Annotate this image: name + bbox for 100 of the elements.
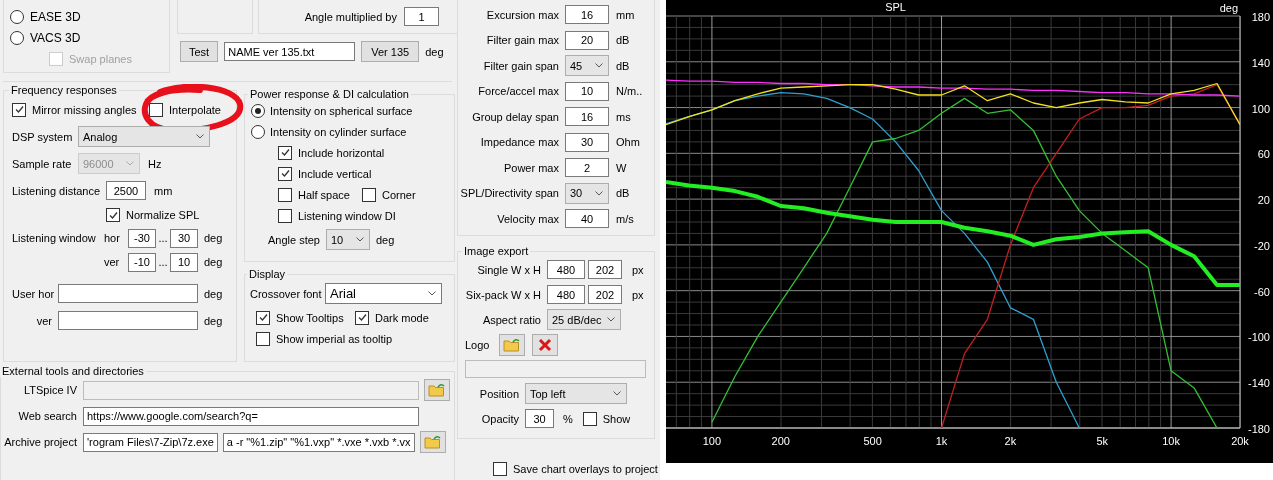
field-label: Six-pack W x H	[465, 288, 542, 301]
remove-logo-button[interactable]	[532, 333, 558, 356]
input-field[interactable]: 30	[565, 132, 609, 152]
folder-icon	[503, 337, 521, 352]
input-field[interactable]: 10	[170, 252, 198, 272]
checkbox-label: Save chart overlays to project	[513, 462, 658, 475]
radio-button[interactable]	[251, 124, 265, 139]
checkbox[interactable]	[278, 208, 292, 223]
input-field[interactable]: 202	[588, 260, 622, 279]
range-separator: ...	[157, 256, 169, 268]
checkbox[interactable]	[12, 102, 26, 117]
axis-label: hor	[104, 232, 121, 244]
checkbox[interactable]	[278, 166, 292, 181]
aspect-ratio-dropdown[interactable]: 25 dB/dec	[547, 309, 621, 330]
checkbox-label: Show Tooltips	[276, 311, 344, 324]
input-field[interactable]: 30	[170, 228, 198, 248]
input-field[interactable]: 30	[525, 409, 554, 428]
input-field[interactable]: 202	[588, 285, 622, 304]
radio-label: EASE 3D	[30, 9, 81, 24]
radio-button[interactable]	[10, 9, 24, 24]
field-label: Filter gain max	[485, 34, 560, 47]
checkbox[interactable]	[582, 411, 597, 426]
input-field[interactable]: 1	[404, 7, 439, 26]
radio-button[interactable]	[10, 30, 24, 45]
input-field[interactable]: 40	[565, 209, 609, 229]
checkbox[interactable]	[493, 461, 507, 476]
checkbox[interactable]	[362, 187, 376, 202]
check-icon	[257, 312, 269, 323]
chevron-down-icon	[196, 134, 204, 139]
field-label: Single W x H	[476, 263, 542, 276]
input-field[interactable]: 2500	[106, 181, 146, 200]
version-button[interactable]: Ver 135	[361, 41, 420, 62]
checkbox-label: Corner	[382, 188, 416, 201]
unit-label: W	[616, 161, 627, 174]
logo-path-field[interactable]	[465, 360, 646, 378]
y-tick-label: 60	[1257, 148, 1270, 161]
checkbox[interactable]	[278, 187, 292, 202]
dsp-system-dropdown[interactable]: Analog	[78, 126, 210, 147]
unit-label: Hz	[148, 157, 162, 170]
file-name-field[interactable]: NAME ver 135.txt	[224, 42, 356, 61]
input-field[interactable]: https://www.google.com/search?q=	[83, 406, 419, 426]
radio-label: Intensity on spherical surface	[270, 104, 413, 117]
radio-button[interactable]	[251, 103, 265, 118]
dropdown[interactable]: 45	[565, 55, 609, 77]
field-label: ver	[35, 314, 53, 327]
checkbox-label: Dark mode	[375, 311, 429, 324]
checkbox[interactable]	[278, 145, 292, 160]
check-icon	[279, 147, 291, 158]
checkbox[interactable]	[256, 331, 270, 346]
unit-label: deg	[204, 232, 223, 244]
checkbox[interactable]	[149, 102, 163, 117]
field-label: Opacity	[480, 412, 520, 425]
chart-title: SPL	[885, 1, 906, 13]
input-field[interactable]: -10	[128, 252, 156, 272]
folder-icon	[428, 383, 446, 397]
y-tick-label: -20	[1254, 239, 1270, 252]
checkbox[interactable]	[355, 310, 369, 325]
open-logo-button[interactable]	[499, 333, 525, 356]
group-title: External tools and directories	[1, 365, 145, 377]
input-field[interactable]	[58, 284, 198, 303]
unit-label: Ohm	[616, 136, 640, 149]
test-button[interactable]: Test	[180, 41, 219, 62]
field-label: Logo	[465, 338, 491, 351]
axis-label: ver	[104, 256, 121, 268]
field-label: Excursion max	[485, 8, 560, 21]
input-field[interactable]	[58, 311, 198, 330]
field-label: Impedance max	[479, 136, 560, 149]
input-field[interactable]: 480	[547, 260, 585, 279]
checkbox-label: Show	[602, 412, 631, 425]
unit-label: %	[563, 412, 573, 425]
unit-label: dB	[616, 187, 630, 200]
unit-label: deg	[204, 287, 223, 300]
x-tick-label: 10k	[1162, 435, 1180, 447]
x-tick-label: 5k	[1096, 435, 1109, 447]
input-field[interactable]: 'rogram Files\7-Zip\7z.exe	[83, 432, 218, 452]
unit-label: dB	[616, 59, 630, 72]
input-field[interactable]: 20	[565, 30, 609, 50]
input-field[interactable]: 2	[565, 158, 609, 178]
input-field[interactable]: 10	[565, 81, 609, 101]
y-tick-label: 140	[1251, 56, 1270, 69]
font-dropdown[interactable]: Arial	[325, 283, 442, 304]
input-field[interactable]: 480	[547, 285, 585, 304]
input-field[interactable]: 16	[565, 107, 609, 127]
unit-label: px	[632, 288, 644, 301]
y-tick-label: -100	[1247, 331, 1270, 344]
dropdown[interactable]: 30	[565, 182, 609, 204]
input-field[interactable]: -30	[128, 228, 156, 248]
angle-step-dropdown[interactable]: 10	[326, 229, 370, 250]
checkbox[interactable]	[106, 208, 120, 222]
group-title: Frequency responses	[10, 84, 118, 96]
check-icon	[107, 209, 119, 221]
input-field[interactable]: 16	[565, 5, 609, 25]
checkbox[interactable]	[256, 310, 270, 325]
y-tick-label: -60	[1254, 285, 1270, 298]
input-field[interactable]: a -r "%1.zip" "%1.vxp" *.vxe *.vxb *.vx	[222, 432, 415, 452]
field-label: DSP system	[12, 130, 74, 143]
y-tick-label: 100	[1251, 102, 1270, 115]
unit-label: mm	[154, 184, 173, 197]
browse-button[interactable]	[419, 431, 446, 453]
position-dropdown[interactable]: Top left	[525, 383, 627, 404]
